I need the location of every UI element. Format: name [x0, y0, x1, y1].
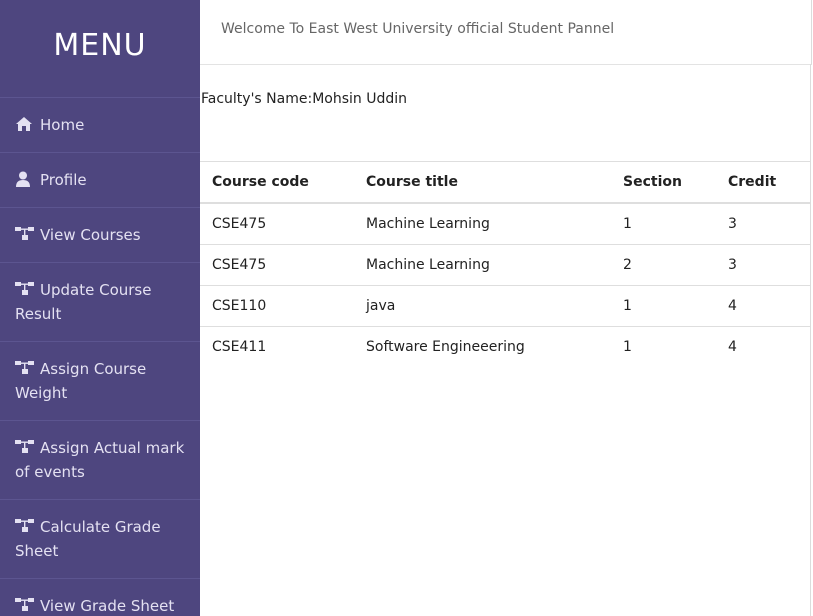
table-row: CSE411 Software Engineeering 1 4 [200, 327, 810, 368]
sitemap-icon [15, 360, 35, 376]
sidebar-item-view-grade-sheet[interactable]: View Grade Sheet [0, 579, 200, 616]
faculty-label: Faculty's Name: [201, 91, 313, 107]
sidebar-item-label: Update Course Result [15, 281, 152, 323]
sitemap-icon [15, 226, 35, 242]
sitemap-icon [15, 518, 35, 534]
column-header-course-code: Course code [200, 161, 354, 204]
user-icon [15, 171, 35, 187]
course-code-cell: CSE475 [200, 244, 354, 286]
section-cell: 1 [611, 285, 716, 327]
sitemap-icon [15, 439, 35, 455]
column-header-course-title: Course title [354, 161, 611, 204]
table-row: CSE475 Machine Learning 2 3 [200, 244, 810, 286]
sidebar-item-label: Home [40, 116, 85, 134]
sidebar-item-label: Assign Actual mark of events [15, 439, 185, 481]
course-code-cell: CSE411 [212, 339, 267, 355]
sidebar-item-profile[interactable]: Profile [0, 153, 200, 208]
credit-cell: 3 [716, 244, 810, 286]
faculty-name: Faculty's Name:Mohsin Uddin [201, 91, 407, 107]
sidebar-item-calculate-grade-sheet[interactable]: Calculate Grade Sheet [0, 500, 200, 579]
table-row: CSE475 Machine Learning 1 3 [200, 203, 810, 245]
course-title-cell: Machine Learning [354, 203, 611, 245]
credit-cell: 3 [716, 203, 810, 245]
sidebar-item-label: View Grade Sheet [40, 597, 175, 615]
welcome-message: Welcome To East West University official… [221, 21, 615, 37]
course-table: Course code Course title Section Credit … [200, 161, 810, 367]
course-title-cell: Software Engineeering [366, 339, 525, 355]
sidebar-item-label: View Courses [40, 226, 141, 244]
course-title-cell: java [354, 285, 611, 327]
section-cell: 1 [611, 203, 716, 245]
course-code-cell: CSE110 [200, 285, 354, 327]
sidebar-item-view-courses[interactable]: View Courses [0, 208, 200, 263]
course-title-cell: Machine Learning [354, 244, 611, 286]
credit-cell: 4 [716, 285, 810, 327]
home-icon [15, 116, 35, 132]
column-header-credit: Credit [716, 161, 810, 204]
top-bar: Welcome To East West University official… [200, 0, 812, 65]
sidebar-item-label: Profile [40, 171, 87, 189]
sitemap-icon [15, 597, 35, 613]
sidebar-item-assign-actual-mark[interactable]: Assign Actual mark of events [0, 421, 200, 500]
column-header-section: Section [611, 161, 716, 204]
credit-cell: 4 [728, 339, 737, 355]
faculty-name-value: Mohsin Uddin [312, 91, 408, 107]
content-border [810, 64, 811, 616]
table-header-row: Course code Course title Section Credit [200, 161, 810, 204]
sidebar-item-label: Calculate Grade Sheet [15, 518, 161, 560]
sitemap-icon [15, 281, 35, 297]
sidebar-item-home[interactable]: Home [0, 98, 200, 153]
section-cell: 2 [611, 244, 716, 286]
sidebar-title: MENU [0, 0, 200, 98]
course-code-cell: CSE475 [200, 203, 354, 245]
table-row: CSE110 java 1 4 [200, 285, 810, 327]
section-cell: 1 [623, 339, 632, 355]
sidebar-item-assign-course-weight[interactable]: Assign Course Weight [0, 342, 200, 421]
sidebar-item-update-course-result[interactable]: Update Course Result [0, 263, 200, 342]
sidebar: MENU Home Profile View Courses Update Co… [0, 0, 200, 616]
